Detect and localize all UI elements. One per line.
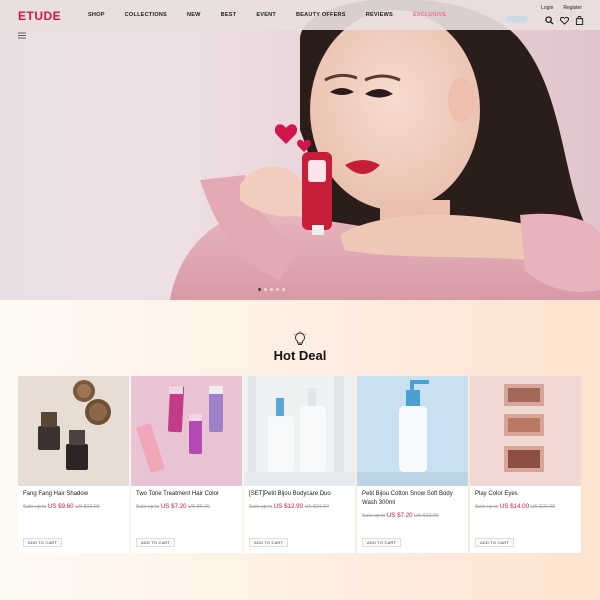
product-image[interactable] bbox=[470, 376, 581, 486]
product-name[interactable]: Play Color Eyes bbox=[475, 490, 577, 499]
nav-item-new[interactable]: NEW bbox=[187, 12, 201, 18]
product-price: Sale up to US $7.20 US $10.00 bbox=[362, 512, 439, 519]
carousel-dot[interactable] bbox=[282, 288, 285, 291]
price-prefix: Sale up to bbox=[475, 504, 499, 510]
hot-deal-section: Hot Deal Fang Fang Hair Shadow Sale up t… bbox=[0, 300, 600, 600]
product-name[interactable]: Two Tone Treatment Hair Color bbox=[136, 490, 238, 499]
product-image[interactable] bbox=[131, 376, 242, 486]
product-card[interactable]: Fang Fang Hair Shadow Sale up to US $9.6… bbox=[18, 376, 129, 553]
original-price: US $21.50 bbox=[304, 504, 330, 510]
product-card[interactable]: Play Color Eyes Sale up to US $14.00 US … bbox=[470, 376, 581, 553]
account-links: Login Register bbox=[541, 5, 582, 11]
sale-price: US $12.90 bbox=[273, 503, 304, 510]
product-list: Fang Fang Hair Shadow Sale up to US $9.6… bbox=[18, 376, 581, 553]
product-name[interactable]: [SET]Petit Bijou Bodycare Duo bbox=[249, 490, 351, 499]
nav-item-collections[interactable]: COLLECTIONS bbox=[125, 12, 167, 18]
nav-item-exclusive[interactable]: EXCLUSIVE bbox=[413, 12, 447, 18]
product-name[interactable]: Fang Fang Hair Shadow bbox=[23, 490, 125, 499]
nav-item-best[interactable]: BEST bbox=[221, 12, 237, 18]
search-icon[interactable] bbox=[545, 16, 554, 25]
eye-palette-image bbox=[504, 384, 544, 472]
lightbulb-icon bbox=[293, 331, 307, 345]
price-prefix: Sale up to bbox=[23, 504, 47, 510]
nav-item-reviews[interactable]: REVIEWS bbox=[366, 12, 393, 18]
nav-item-shop[interactable]: SHOP bbox=[88, 12, 105, 18]
sale-price: US $7.20 bbox=[160, 503, 187, 510]
original-price: US $12.00 bbox=[75, 504, 100, 510]
price-prefix: Sale up to bbox=[362, 513, 386, 519]
price-prefix: Sale up to bbox=[136, 504, 160, 510]
login-link[interactable]: Login bbox=[541, 5, 553, 11]
add-to-cart-button[interactable]: ADD TO CART bbox=[362, 538, 402, 547]
body-wash-image bbox=[357, 380, 468, 486]
carousel-dots bbox=[258, 288, 285, 291]
price-prefix: Sale up to bbox=[249, 504, 273, 510]
sale-price: US $9.60 bbox=[47, 503, 74, 510]
carousel-dot[interactable] bbox=[258, 288, 261, 291]
brand-logo[interactable]: ETUDE bbox=[18, 9, 61, 23]
hero-image bbox=[170, 0, 600, 300]
bag-icon[interactable] bbox=[575, 16, 584, 25]
carousel-dot[interactable] bbox=[264, 288, 267, 291]
product-price: Sale up to US $7.20 US $9.00 bbox=[136, 503, 210, 510]
product-price: Sale up to US $9.60 US $12.00 bbox=[23, 503, 100, 510]
header-tools bbox=[545, 16, 584, 25]
nav-item-event[interactable]: EVENT bbox=[256, 12, 276, 18]
nav-item-beauty-offers[interactable]: BEAUTY OFFERS bbox=[296, 12, 346, 18]
hair-color-tubes-image bbox=[136, 385, 223, 473]
product-card[interactable]: [SET]Petit Bijou Bodycare Duo Sale up to… bbox=[244, 376, 355, 553]
add-to-cart-button[interactable]: ADD TO CART bbox=[136, 538, 176, 547]
carousel-dot[interactable] bbox=[276, 288, 279, 291]
product-price: Sale up to US $12.90 US $21.50 bbox=[249, 503, 329, 510]
carousel-dot[interactable] bbox=[270, 288, 273, 291]
top-navigation: ETUDE SHOP COLLECTIONS NEW BEST EVENT BE… bbox=[0, 0, 600, 30]
product-image[interactable] bbox=[18, 376, 129, 486]
search-field[interactable] bbox=[506, 16, 528, 22]
heart-icon[interactable] bbox=[560, 16, 569, 25]
add-to-cart-button[interactable]: ADD TO CART bbox=[475, 538, 515, 547]
product-image[interactable] bbox=[244, 376, 355, 486]
menu-icon[interactable] bbox=[18, 32, 26, 39]
hero-banner[interactable] bbox=[0, 0, 600, 300]
product-image[interactable] bbox=[357, 376, 468, 486]
original-price: US $20.00 bbox=[530, 504, 556, 510]
sale-price: US $7.20 bbox=[386, 512, 413, 519]
add-to-cart-button[interactable]: ADD TO CART bbox=[249, 538, 289, 547]
add-to-cart-button[interactable]: ADD TO CART bbox=[23, 538, 63, 547]
original-price: US $9.00 bbox=[188, 504, 210, 510]
product-card[interactable]: Two Tone Treatment Hair Color Sale up to… bbox=[131, 376, 242, 553]
bodycare-duo-image bbox=[244, 376, 355, 486]
register-link[interactable]: Register bbox=[563, 5, 582, 11]
product-card[interactable]: Petit Bijou Cotton Snow Soft Body Wash 3… bbox=[357, 376, 468, 553]
product-price: Sale up to US $14.00 US $20.00 bbox=[475, 503, 555, 510]
product-name[interactable]: Petit Bijou Cotton Snow Soft Body Wash 3… bbox=[362, 490, 464, 508]
hair-shadow-image bbox=[38, 380, 111, 470]
main-nav: SHOP COLLECTIONS NEW BEST EVENT BEAUTY O… bbox=[88, 12, 466, 18]
section-title: Hot Deal bbox=[273, 348, 327, 363]
sale-price: US $14.00 bbox=[499, 503, 530, 510]
original-price: US $10.00 bbox=[414, 513, 439, 519]
